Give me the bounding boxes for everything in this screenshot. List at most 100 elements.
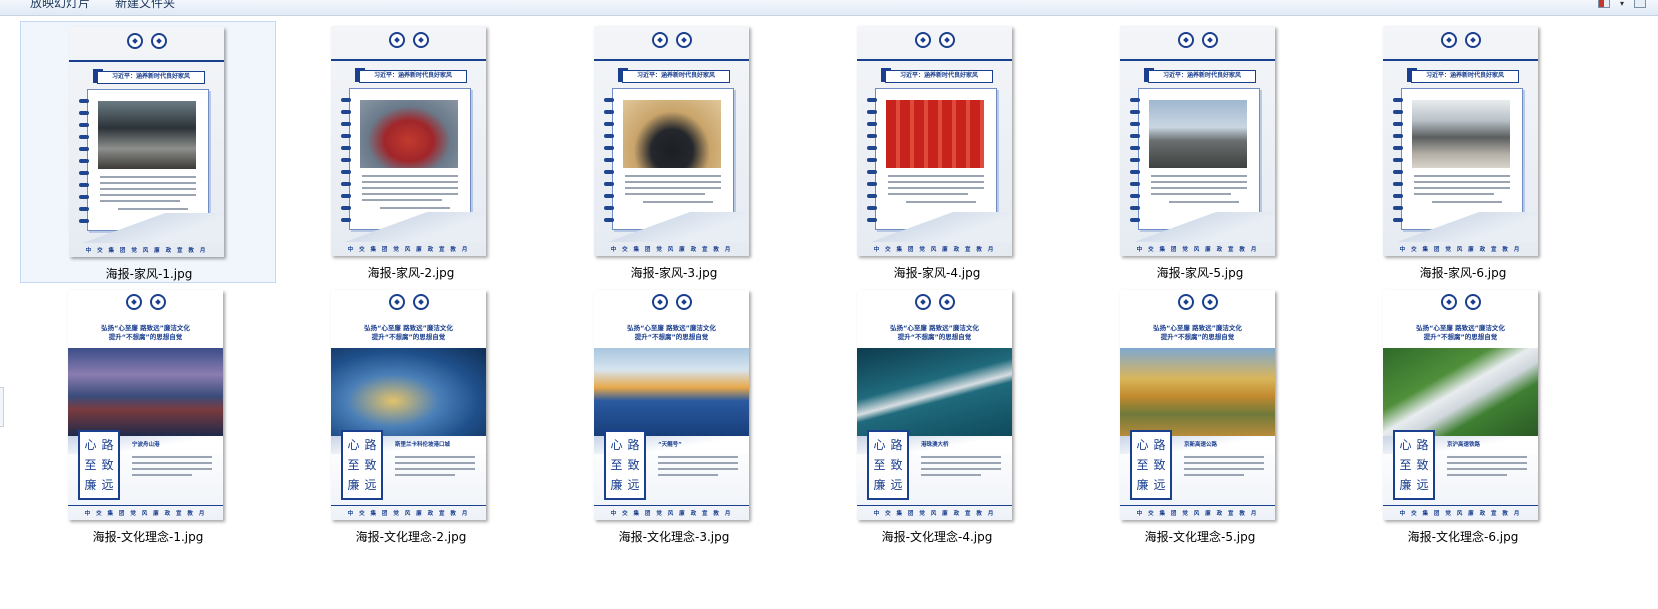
file-name[interactable]: 海报-文化理念-4.jpg (809, 528, 1065, 545)
thumbnail-image: 习近平：涵养新时代良好家风 中 交 集 团 党 风 廉 政 宣 教 月 (1120, 26, 1275, 256)
poster-title: 弘扬“心至廉 路致远”廉洁文化 提升“不想腐”的思想自觉 (890, 324, 979, 341)
poster-notebook (1401, 88, 1523, 230)
cccc-logo-icon (651, 294, 668, 310)
cccc-logo-icon (388, 294, 405, 310)
poster-title: 弘扬“心至廉 路致远”廉洁文化 提升“不想腐”的思想自觉 (627, 324, 716, 341)
poster-footer: 中 交 集 团 党 风 廉 政 宣 教 月 (610, 247, 733, 253)
file-name[interactable]: 海报-家风-4.jpg (809, 264, 1065, 281)
poster-banner: 习近平：涵养新时代良好家风 (1148, 70, 1256, 83)
file-item[interactable]: 习近平：涵养新时代良好家风 中 交 集 团 党 风 廉 政 宣 教 月 海报-家… (20, 21, 276, 283)
new-folder-button[interactable]: 新建文件夹 (115, 0, 175, 14)
file-item[interactable]: 弘扬“心至廉 路致远”廉洁文化 提升“不想腐”的思想自觉 心路至致廉远 京新高速公… (1072, 285, 1328, 547)
poster-footer: 中 交 集 团 党 风 廉 政 宣 教 月 (1136, 511, 1259, 517)
poster-caption: 京沪高速铁路 (1447, 442, 1481, 448)
file-name[interactable]: 海报-文化理念-6.jpg (1335, 528, 1591, 545)
thumbnail-image: 弘扬“心至廉 路致远”廉洁文化 提升“不想腐”的思想自觉 心路至致廉远 港珠澳大桥… (857, 290, 1012, 520)
culture-logo-icon (1201, 294, 1218, 310)
cccc-logo-icon (388, 32, 405, 48)
file-name[interactable]: 海报-文化理念-5.jpg (1072, 528, 1328, 545)
poster-photo (331, 348, 486, 436)
poster-footer: 中 交 集 团 党 风 廉 政 宣 教 月 (610, 511, 733, 517)
cccc-logo-icon (1177, 294, 1194, 310)
file-item[interactable]: 弘扬“心至廉 路致远”廉洁文化 提升“不想腐”的思想自觉 心路至致廉远 宁波舟山港… (20, 285, 276, 547)
chevron-down-icon[interactable]: ▾ (1620, 0, 1624, 8)
poster-title: 弘扬“心至廉 路致远”廉洁文化 提升“不想腐”的思想自觉 (364, 324, 453, 341)
poster-photo (1412, 100, 1510, 168)
poster-banner: 习近平：涵养新时代良好家风 (359, 70, 467, 83)
poster-photo (98, 101, 196, 169)
file-name[interactable]: 海报-文化理念-1.jpg (20, 528, 276, 545)
view-controls: ▾ (1597, 0, 1646, 14)
culture-logo-icon (412, 294, 429, 310)
poster-footer: 中 交 集 团 党 风 廉 政 宣 教 月 (1399, 511, 1522, 517)
preview-pane-icon[interactable] (1634, 0, 1646, 8)
file-name[interactable]: 海报-家风-6.jpg (1335, 264, 1591, 281)
cccc-logo-icon (651, 32, 668, 48)
poster-footer: 中 交 集 团 党 风 廉 政 宣 教 月 (347, 247, 470, 253)
thumbnail-image: 弘扬“心至廉 路致远”廉洁文化 提升“不想腐”的思想自觉 心路至致廉远 “天鲲号”… (594, 290, 749, 520)
poster-caption: 斯里兰卡科伦坡港口城 (395, 442, 451, 448)
culture-logo-icon (412, 32, 429, 48)
poster-notebook (349, 88, 471, 230)
file-item[interactable]: 弘扬“心至廉 路致远”廉洁文化 提升“不想腐”的思想自觉 心路至致廉远 斯里兰卡科… (283, 285, 539, 547)
file-name[interactable]: 海报-文化理念-3.jpg (546, 528, 802, 545)
poster-title: 弘扬“心至廉 路致远”廉洁文化 提升“不想腐”的思想自觉 (1416, 324, 1505, 341)
calligraphy-box: 心路至致廉远 (341, 430, 383, 500)
poster-footer: 中 交 集 团 党 风 廉 政 宣 教 月 (873, 511, 996, 517)
poster-caption: “天鲲号” (658, 442, 682, 448)
file-item[interactable]: 习近平：涵养新时代良好家风 中 交 集 团 党 风 廉 政 宣 教 月 海报-家… (283, 21, 539, 283)
file-name[interactable]: 海报-家风-3.jpg (546, 264, 802, 281)
poster-photo (857, 348, 1012, 436)
file-item[interactable]: 习近平：涵养新时代良好家风 中 交 集 团 党 风 廉 政 宣 教 月 海报-家… (546, 21, 802, 283)
file-item[interactable]: 弘扬“心至廉 路致远”廉洁文化 提升“不想腐”的思想自觉 心路至致廉远 京沪高速铁… (1335, 285, 1591, 547)
culture-logo-icon (1464, 294, 1481, 310)
poster-caption: 宁波舟山港 (132, 442, 160, 448)
poster-notebook (612, 88, 734, 230)
file-name[interactable]: 海报-家风-5.jpg (1072, 264, 1328, 281)
file-name[interactable]: 海报-家风-2.jpg (283, 264, 539, 281)
slideshow-button[interactable]: 放映幻灯片 (30, 0, 90, 14)
thumbnail-image: 习近平：涵养新时代良好家风 中 交 集 团 党 风 廉 政 宣 教 月 (857, 26, 1012, 256)
file-grid: 习近平：涵养新时代良好家风 中 交 集 团 党 风 廉 政 宣 教 月 海报-家… (0, 17, 1658, 609)
culture-logo-icon (1201, 32, 1218, 48)
poster-notebook (87, 89, 209, 231)
file-item[interactable]: 弘扬“心至廉 路致远”廉洁文化 提升“不想腐”的思想自觉 心路至致廉远 “天鲲号”… (546, 285, 802, 547)
poster-banner: 习近平：涵养新时代良好家风 (885, 70, 993, 83)
poster-footer: 中 交 集 团 党 风 廉 政 宣 教 月 (873, 247, 996, 253)
file-name[interactable]: 海报-文化理念-2.jpg (283, 528, 539, 545)
cccc-logo-icon (914, 32, 931, 48)
nav-pane-splitter[interactable] (0, 387, 4, 427)
thumbnail-image: 习近平：涵养新时代良好家风 中 交 集 团 党 风 廉 政 宣 教 月 (69, 27, 224, 257)
cccc-logo-icon (1177, 32, 1194, 48)
poster-caption: 港珠澳大桥 (921, 442, 949, 448)
culture-logo-icon (675, 32, 692, 48)
file-item[interactable]: 习近平：涵养新时代良好家风 中 交 集 团 党 风 廉 政 宣 教 月 海报-家… (1335, 21, 1591, 283)
thumbnail-image: 习近平：涵养新时代良好家风 中 交 集 团 党 风 廉 政 宣 教 月 (594, 26, 749, 256)
file-item[interactable]: 习近平：涵养新时代良好家风 中 交 集 团 党 风 廉 政 宣 教 月 海报-家… (1072, 21, 1328, 283)
poster-footer: 中 交 集 团 党 风 廉 政 宣 教 月 (1399, 247, 1522, 253)
poster-photo (1120, 348, 1275, 436)
poster-title: 弘扬“心至廉 路致远”廉洁文化 提升“不想腐”的思想自觉 (101, 324, 190, 341)
calligraphy-box: 心路至致廉远 (1130, 430, 1172, 500)
poster-photo (594, 348, 749, 436)
poster-footer: 中 交 集 团 党 风 廉 政 宣 教 月 (1136, 247, 1259, 253)
file-item[interactable]: 弘扬“心至廉 路致远”廉洁文化 提升“不想腐”的思想自觉 心路至致廉远 港珠澳大桥… (809, 285, 1065, 547)
poster-banner: 习近平：涵养新时代良好家风 (1411, 70, 1519, 83)
poster-photo (886, 100, 984, 168)
file-name[interactable]: 海报-家风-1.jpg (21, 265, 277, 282)
calligraphy-box: 心路至致廉远 (1393, 430, 1435, 500)
culture-logo-icon (1464, 32, 1481, 48)
thumbnail-image: 习近平：涵养新时代良好家风 中 交 集 团 党 风 廉 政 宣 教 月 (1383, 26, 1538, 256)
poster-photo (1383, 348, 1538, 436)
culture-logo-icon (675, 294, 692, 310)
cccc-logo-icon (1440, 32, 1457, 48)
explorer-toolbar: 放映幻灯片 新建文件夹 ▾ (0, 0, 1658, 16)
poster-banner: 习近平：涵养新时代良好家风 (97, 71, 205, 84)
file-item[interactable]: 习近平：涵养新时代良好家风 中 交 集 团 党 风 廉 政 宣 教 月 海报-家… (809, 21, 1065, 283)
calligraphy-box: 心路至致廉远 (604, 430, 646, 500)
cccc-logo-icon (125, 294, 142, 310)
view-options-icon[interactable] (1597, 0, 1610, 8)
poster-notebook (1138, 88, 1260, 230)
poster-photo (360, 100, 458, 168)
cccc-logo-icon (914, 294, 931, 310)
